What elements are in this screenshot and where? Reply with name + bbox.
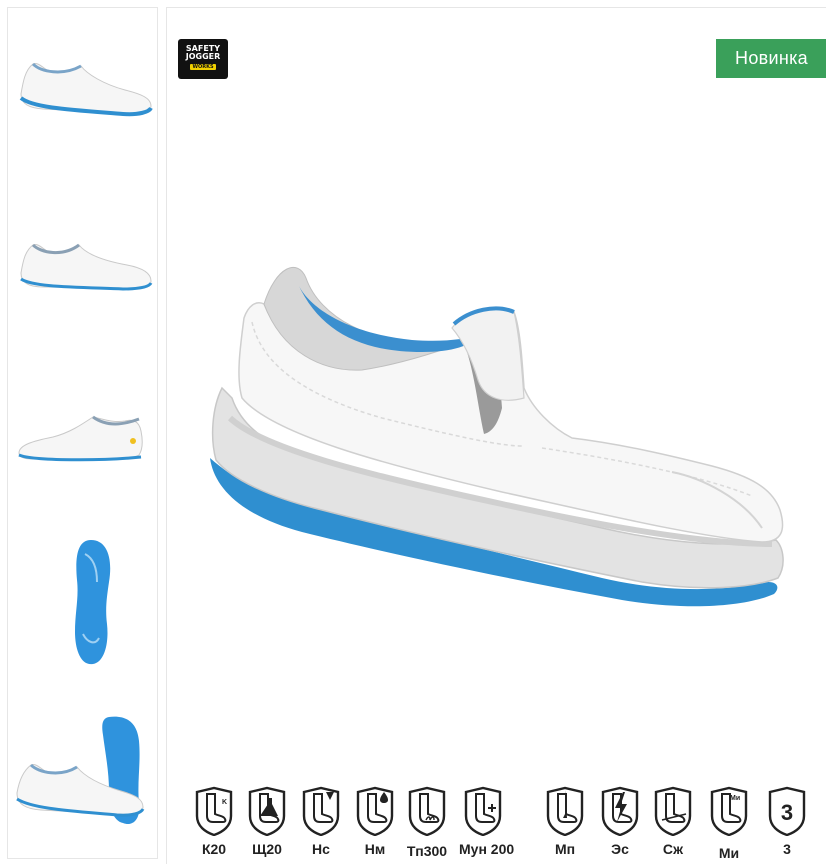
thumbnail-3[interactable] <box>13 383 154 483</box>
cert-5: Мун 200 <box>459 786 515 857</box>
brand-logo-line2: JOGGER <box>185 52 221 61</box>
boot-puncture-icon <box>546 786 584 836</box>
cert-1: Щ20 <box>243 786 291 857</box>
boot-mi-icon: Ми <box>710 786 748 836</box>
cert-label: Сж <box>662 841 684 857</box>
cert-10: 33 <box>763 786 811 857</box>
svg-text:K: K <box>222 799 227 806</box>
boot-chem-icon <box>248 786 286 836</box>
shoe-side-image <box>19 62 153 117</box>
thumbnail-1[interactable] <box>13 26 154 126</box>
certification-icons: K К20 Щ20 Нс Нм Тп300 Мун 200 Мп Эс Сж Ми Ми 3 3 <box>191 786 821 866</box>
cert-label: К20 <box>201 841 227 857</box>
svg-text:3: 3 <box>781 800 793 825</box>
shoe-main-image <box>210 267 784 607</box>
cert-label: Щ20 <box>252 841 282 857</box>
svg-text:Ми: Ми <box>730 795 740 802</box>
boot-oil-drop-icon <box>356 786 394 836</box>
shoe-side-image <box>20 243 153 291</box>
cert-9: Ми Ми <box>705 786 753 861</box>
thumbnail-4[interactable] <box>13 538 154 668</box>
cert-label: Мп <box>554 841 576 857</box>
new-badge: Новинка <box>716 39 826 78</box>
cert-label: Нс <box>312 841 330 857</box>
thumbnail-2[interactable] <box>13 205 154 305</box>
cert-4: Тп300 <box>403 786 451 859</box>
cert-label: 3 <box>783 841 791 857</box>
boot-oil-icon <box>302 786 340 836</box>
cert-label: Эс <box>611 841 629 857</box>
shoe-pair-image <box>16 716 145 825</box>
cert-label: Ми <box>718 845 740 861</box>
lightning-icon <box>601 786 639 836</box>
thumbnail-gallery <box>7 7 158 859</box>
boot-heat-icon <box>408 786 446 836</box>
brand-logo: SAFETY JOGGER WORKS <box>178 39 228 79</box>
cert-7: Эс <box>596 786 644 857</box>
cert-3: Нм <box>351 786 399 857</box>
shoe-inner-side-image <box>18 415 143 462</box>
product-main-image[interactable] <box>202 248 792 628</box>
cert-2: Нс <box>297 786 345 857</box>
cert-8: Сж <box>649 786 697 857</box>
cert-0: K К20 <box>190 786 238 857</box>
shield-3-icon: 3 <box>768 786 806 836</box>
cert-label: Мун 200 <box>459 841 515 857</box>
brand-logo-line3: WORKS <box>190 64 216 70</box>
shoe-sole-image <box>75 540 111 665</box>
thumbnail-5[interactable] <box>13 711 154 836</box>
cert-6: Мп <box>541 786 589 857</box>
product-main-view: SAFETY JOGGER WORKS Новинка K К20 Щ20 Нс… <box>166 7 826 864</box>
boot-k-icon: K <box>195 786 233 836</box>
cert-label: Тп300 <box>406 843 448 859</box>
boot-slip-icon <box>654 786 692 836</box>
boot-toe-impact-icon <box>464 786 502 836</box>
cert-label: Нм <box>364 841 386 857</box>
